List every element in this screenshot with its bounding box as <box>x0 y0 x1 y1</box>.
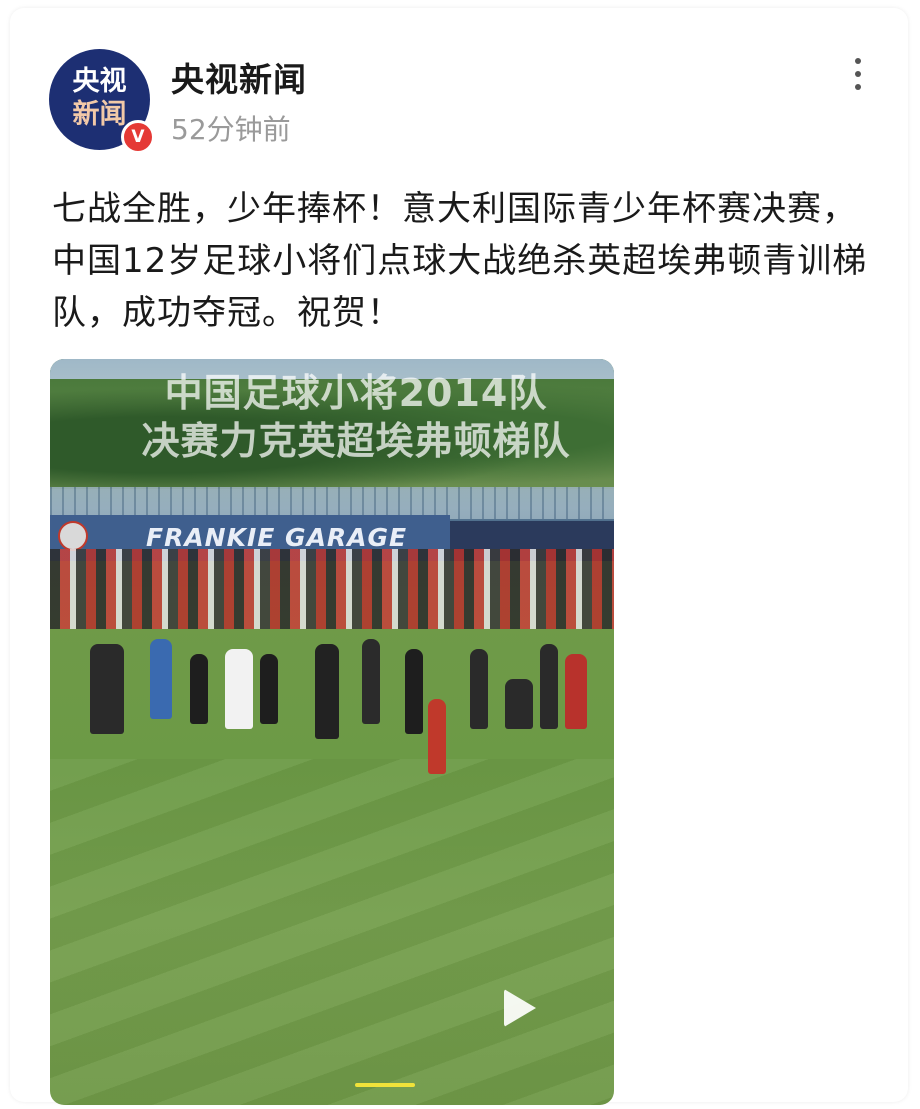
person-figure <box>225 649 253 729</box>
person-figure <box>260 654 278 724</box>
video-crowd <box>50 549 614 629</box>
more-vertical-icon[interactable] <box>846 58 870 98</box>
more-dot <box>855 58 861 64</box>
person-figure <box>540 644 558 729</box>
person-figure <box>362 639 380 724</box>
person-figure <box>150 639 172 719</box>
play-icon[interactable] <box>504 989 536 1027</box>
video-caption: 中国足球小将2014队 决赛力克英超埃弗顿梯队 <box>106 369 606 465</box>
person-figure <box>565 654 587 729</box>
person-figure <box>90 644 124 734</box>
person-figure <box>405 649 423 734</box>
video-caption-line1: 中国足球小将2014队 <box>164 371 548 415</box>
more-dot <box>855 84 861 90</box>
person-figure <box>315 644 339 739</box>
person-figure <box>470 649 488 729</box>
verified-badge-icon: V <box>121 120 155 154</box>
person-figure <box>505 679 533 729</box>
post-text: 七战全胜，少年捧杯！意大利国际青少年杯赛决赛，中国12岁足球小将们点球大战绝杀英… <box>52 189 868 333</box>
person-figure <box>428 699 446 774</box>
person-figure <box>190 654 208 724</box>
video-caption-line2: 决赛力克英超埃弗顿梯队 <box>141 419 571 463</box>
more-dot <box>855 71 861 77</box>
video-players <box>50 624 614 784</box>
post-time: 52分钟前 <box>171 113 291 146</box>
video-field <box>50 759 614 1105</box>
banner-text: FRANKIE GARAGE <box>146 523 408 552</box>
video-progress-marker <box>355 1083 415 1087</box>
author-name[interactable]: 央视新闻 <box>171 53 307 101</box>
avatar-logo-line1: 央视 <box>72 66 127 97</box>
banner-logo <box>58 521 88 551</box>
